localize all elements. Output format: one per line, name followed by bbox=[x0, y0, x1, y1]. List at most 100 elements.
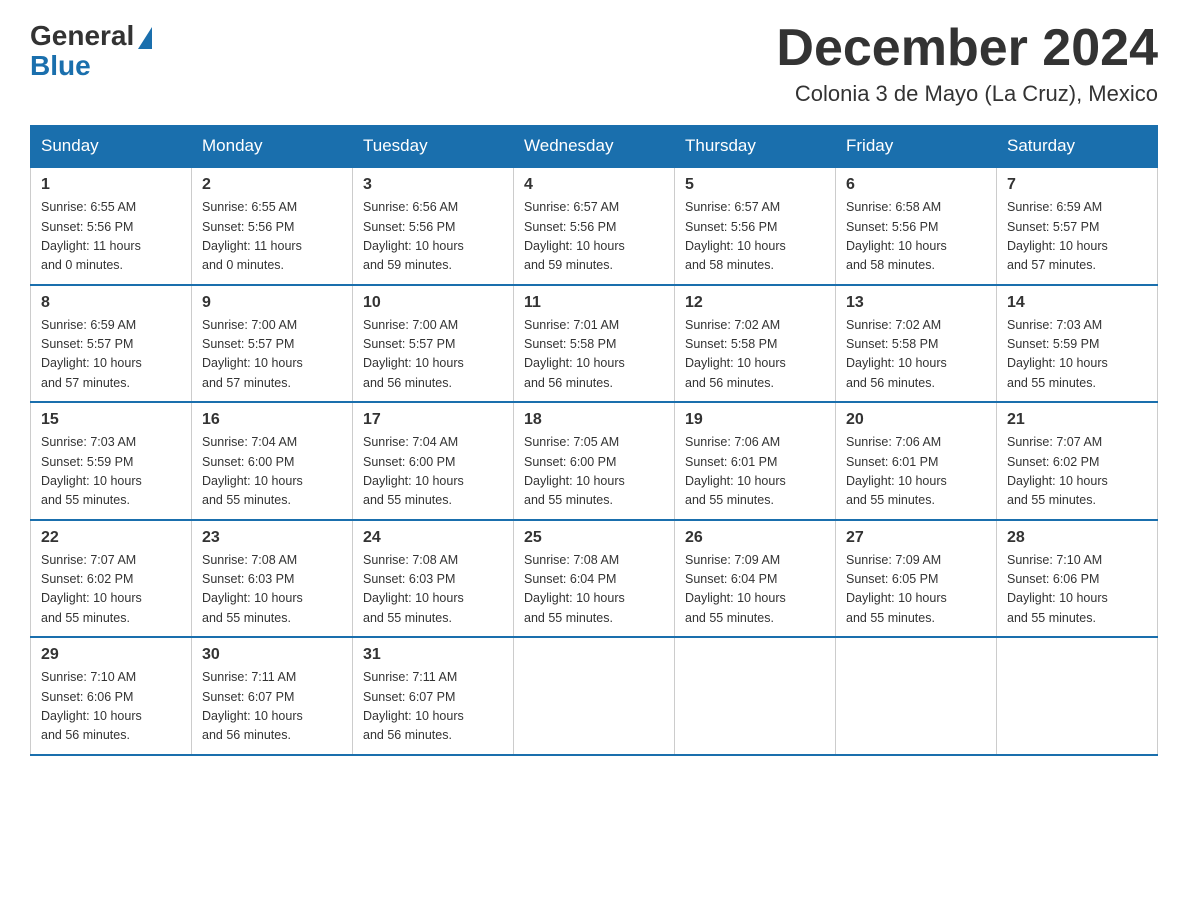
day-number: 19 bbox=[685, 411, 825, 429]
day-number: 31 bbox=[363, 646, 503, 664]
day-info: Sunrise: 6:55 AMSunset: 5:56 PMDaylight:… bbox=[41, 200, 141, 272]
calendar-cell: 24 Sunrise: 7:08 AMSunset: 6:03 PMDaylig… bbox=[353, 520, 514, 638]
day-number: 14 bbox=[1007, 294, 1147, 312]
day-number: 10 bbox=[363, 294, 503, 312]
day-number: 23 bbox=[202, 529, 342, 547]
day-info: Sunrise: 7:01 AMSunset: 5:58 PMDaylight:… bbox=[524, 318, 625, 390]
calendar-cell: 14 Sunrise: 7:03 AMSunset: 5:59 PMDaylig… bbox=[997, 285, 1158, 403]
header-cell-friday: Friday bbox=[836, 126, 997, 168]
day-info: Sunrise: 7:08 AMSunset: 6:03 PMDaylight:… bbox=[202, 553, 303, 625]
day-number: 9 bbox=[202, 294, 342, 312]
day-info: Sunrise: 6:59 AMSunset: 5:57 PMDaylight:… bbox=[41, 318, 142, 390]
header-cell-tuesday: Tuesday bbox=[353, 126, 514, 168]
day-info: Sunrise: 7:04 AMSunset: 6:00 PMDaylight:… bbox=[202, 435, 303, 507]
logo-triangle-icon bbox=[138, 27, 152, 49]
month-title: December 2024 bbox=[776, 20, 1158, 77]
day-info: Sunrise: 7:10 AMSunset: 6:06 PMDaylight:… bbox=[1007, 553, 1108, 625]
day-info: Sunrise: 7:06 AMSunset: 6:01 PMDaylight:… bbox=[685, 435, 786, 507]
calendar-cell: 19 Sunrise: 7:06 AMSunset: 6:01 PMDaylig… bbox=[675, 402, 836, 520]
calendar-cell: 12 Sunrise: 7:02 AMSunset: 5:58 PMDaylig… bbox=[675, 285, 836, 403]
calendar-cell: 21 Sunrise: 7:07 AMSunset: 6:02 PMDaylig… bbox=[997, 402, 1158, 520]
calendar-cell: 1 Sunrise: 6:55 AMSunset: 5:56 PMDayligh… bbox=[31, 167, 192, 285]
header-cell-saturday: Saturday bbox=[997, 126, 1158, 168]
calendar-cell: 2 Sunrise: 6:55 AMSunset: 5:56 PMDayligh… bbox=[192, 167, 353, 285]
day-info: Sunrise: 7:00 AMSunset: 5:57 PMDaylight:… bbox=[202, 318, 303, 390]
day-number: 8 bbox=[41, 294, 181, 312]
calendar-week-2: 8 Sunrise: 6:59 AMSunset: 5:57 PMDayligh… bbox=[31, 285, 1158, 403]
day-number: 15 bbox=[41, 411, 181, 429]
day-number: 17 bbox=[363, 411, 503, 429]
day-number: 16 bbox=[202, 411, 342, 429]
day-number: 2 bbox=[202, 176, 342, 194]
day-number: 29 bbox=[41, 646, 181, 664]
calendar-cell: 26 Sunrise: 7:09 AMSunset: 6:04 PMDaylig… bbox=[675, 520, 836, 638]
calendar-cell: 25 Sunrise: 7:08 AMSunset: 6:04 PMDaylig… bbox=[514, 520, 675, 638]
day-info: Sunrise: 7:05 AMSunset: 6:00 PMDaylight:… bbox=[524, 435, 625, 507]
calendar-cell: 7 Sunrise: 6:59 AMSunset: 5:57 PMDayligh… bbox=[997, 167, 1158, 285]
calendar-week-4: 22 Sunrise: 7:07 AMSunset: 6:02 PMDaylig… bbox=[31, 520, 1158, 638]
calendar-cell bbox=[675, 637, 836, 755]
calendar-week-5: 29 Sunrise: 7:10 AMSunset: 6:06 PMDaylig… bbox=[31, 637, 1158, 755]
day-info: Sunrise: 7:02 AMSunset: 5:58 PMDaylight:… bbox=[846, 318, 947, 390]
day-info: Sunrise: 6:57 AMSunset: 5:56 PMDaylight:… bbox=[685, 200, 786, 272]
day-info: Sunrise: 7:06 AMSunset: 6:01 PMDaylight:… bbox=[846, 435, 947, 507]
day-info: Sunrise: 6:59 AMSunset: 5:57 PMDaylight:… bbox=[1007, 200, 1108, 272]
calendar-cell: 6 Sunrise: 6:58 AMSunset: 5:56 PMDayligh… bbox=[836, 167, 997, 285]
calendar-cell: 31 Sunrise: 7:11 AMSunset: 6:07 PMDaylig… bbox=[353, 637, 514, 755]
calendar-cell: 23 Sunrise: 7:08 AMSunset: 6:03 PMDaylig… bbox=[192, 520, 353, 638]
day-info: Sunrise: 7:00 AMSunset: 5:57 PMDaylight:… bbox=[363, 318, 464, 390]
day-number: 30 bbox=[202, 646, 342, 664]
day-info: Sunrise: 7:02 AMSunset: 5:58 PMDaylight:… bbox=[685, 318, 786, 390]
title-section: December 2024 Colonia 3 de Mayo (La Cruz… bbox=[776, 20, 1158, 107]
calendar-cell: 29 Sunrise: 7:10 AMSunset: 6:06 PMDaylig… bbox=[31, 637, 192, 755]
day-info: Sunrise: 7:08 AMSunset: 6:04 PMDaylight:… bbox=[524, 553, 625, 625]
day-number: 18 bbox=[524, 411, 664, 429]
calendar-cell: 22 Sunrise: 7:07 AMSunset: 6:02 PMDaylig… bbox=[31, 520, 192, 638]
calendar-cell: 28 Sunrise: 7:10 AMSunset: 6:06 PMDaylig… bbox=[997, 520, 1158, 638]
day-number: 11 bbox=[524, 294, 664, 312]
day-number: 24 bbox=[363, 529, 503, 547]
day-number: 3 bbox=[363, 176, 503, 194]
logo-top: General bbox=[30, 20, 152, 52]
day-number: 5 bbox=[685, 176, 825, 194]
day-info: Sunrise: 7:04 AMSunset: 6:00 PMDaylight:… bbox=[363, 435, 464, 507]
header-cell-monday: Monday bbox=[192, 126, 353, 168]
calendar-body: 1 Sunrise: 6:55 AMSunset: 5:56 PMDayligh… bbox=[31, 167, 1158, 755]
calendar-table: SundayMondayTuesdayWednesdayThursdayFrid… bbox=[30, 125, 1158, 756]
day-info: Sunrise: 6:58 AMSunset: 5:56 PMDaylight:… bbox=[846, 200, 947, 272]
day-info: Sunrise: 7:11 AMSunset: 6:07 PMDaylight:… bbox=[202, 670, 303, 742]
day-info: Sunrise: 7:03 AMSunset: 5:59 PMDaylight:… bbox=[1007, 318, 1108, 390]
header-cell-thursday: Thursday bbox=[675, 126, 836, 168]
logo: General Blue bbox=[30, 20, 152, 82]
day-number: 28 bbox=[1007, 529, 1147, 547]
day-info: Sunrise: 7:10 AMSunset: 6:06 PMDaylight:… bbox=[41, 670, 142, 742]
header-row: SundayMondayTuesdayWednesdayThursdayFrid… bbox=[31, 126, 1158, 168]
calendar-cell: 17 Sunrise: 7:04 AMSunset: 6:00 PMDaylig… bbox=[353, 402, 514, 520]
location-subtitle: Colonia 3 de Mayo (La Cruz), Mexico bbox=[776, 81, 1158, 107]
calendar-cell bbox=[997, 637, 1158, 755]
calendar-cell bbox=[514, 637, 675, 755]
day-number: 6 bbox=[846, 176, 986, 194]
day-info: Sunrise: 7:07 AMSunset: 6:02 PMDaylight:… bbox=[1007, 435, 1108, 507]
day-info: Sunrise: 7:09 AMSunset: 6:04 PMDaylight:… bbox=[685, 553, 786, 625]
calendar-header: SundayMondayTuesdayWednesdayThursdayFrid… bbox=[31, 126, 1158, 168]
day-info: Sunrise: 7:09 AMSunset: 6:05 PMDaylight:… bbox=[846, 553, 947, 625]
day-number: 27 bbox=[846, 529, 986, 547]
calendar-cell bbox=[836, 637, 997, 755]
day-number: 1 bbox=[41, 176, 181, 194]
day-info: Sunrise: 6:55 AMSunset: 5:56 PMDaylight:… bbox=[202, 200, 302, 272]
logo-blue-text: Blue bbox=[30, 50, 91, 82]
calendar-cell: 3 Sunrise: 6:56 AMSunset: 5:56 PMDayligh… bbox=[353, 167, 514, 285]
logo-general-text: General bbox=[30, 20, 134, 52]
header-cell-sunday: Sunday bbox=[31, 126, 192, 168]
day-info: Sunrise: 7:03 AMSunset: 5:59 PMDaylight:… bbox=[41, 435, 142, 507]
calendar-cell: 9 Sunrise: 7:00 AMSunset: 5:57 PMDayligh… bbox=[192, 285, 353, 403]
day-number: 12 bbox=[685, 294, 825, 312]
day-number: 13 bbox=[846, 294, 986, 312]
day-number: 26 bbox=[685, 529, 825, 547]
calendar-cell: 13 Sunrise: 7:02 AMSunset: 5:58 PMDaylig… bbox=[836, 285, 997, 403]
day-number: 22 bbox=[41, 529, 181, 547]
calendar-cell: 5 Sunrise: 6:57 AMSunset: 5:56 PMDayligh… bbox=[675, 167, 836, 285]
calendar-cell: 18 Sunrise: 7:05 AMSunset: 6:00 PMDaylig… bbox=[514, 402, 675, 520]
day-number: 20 bbox=[846, 411, 986, 429]
